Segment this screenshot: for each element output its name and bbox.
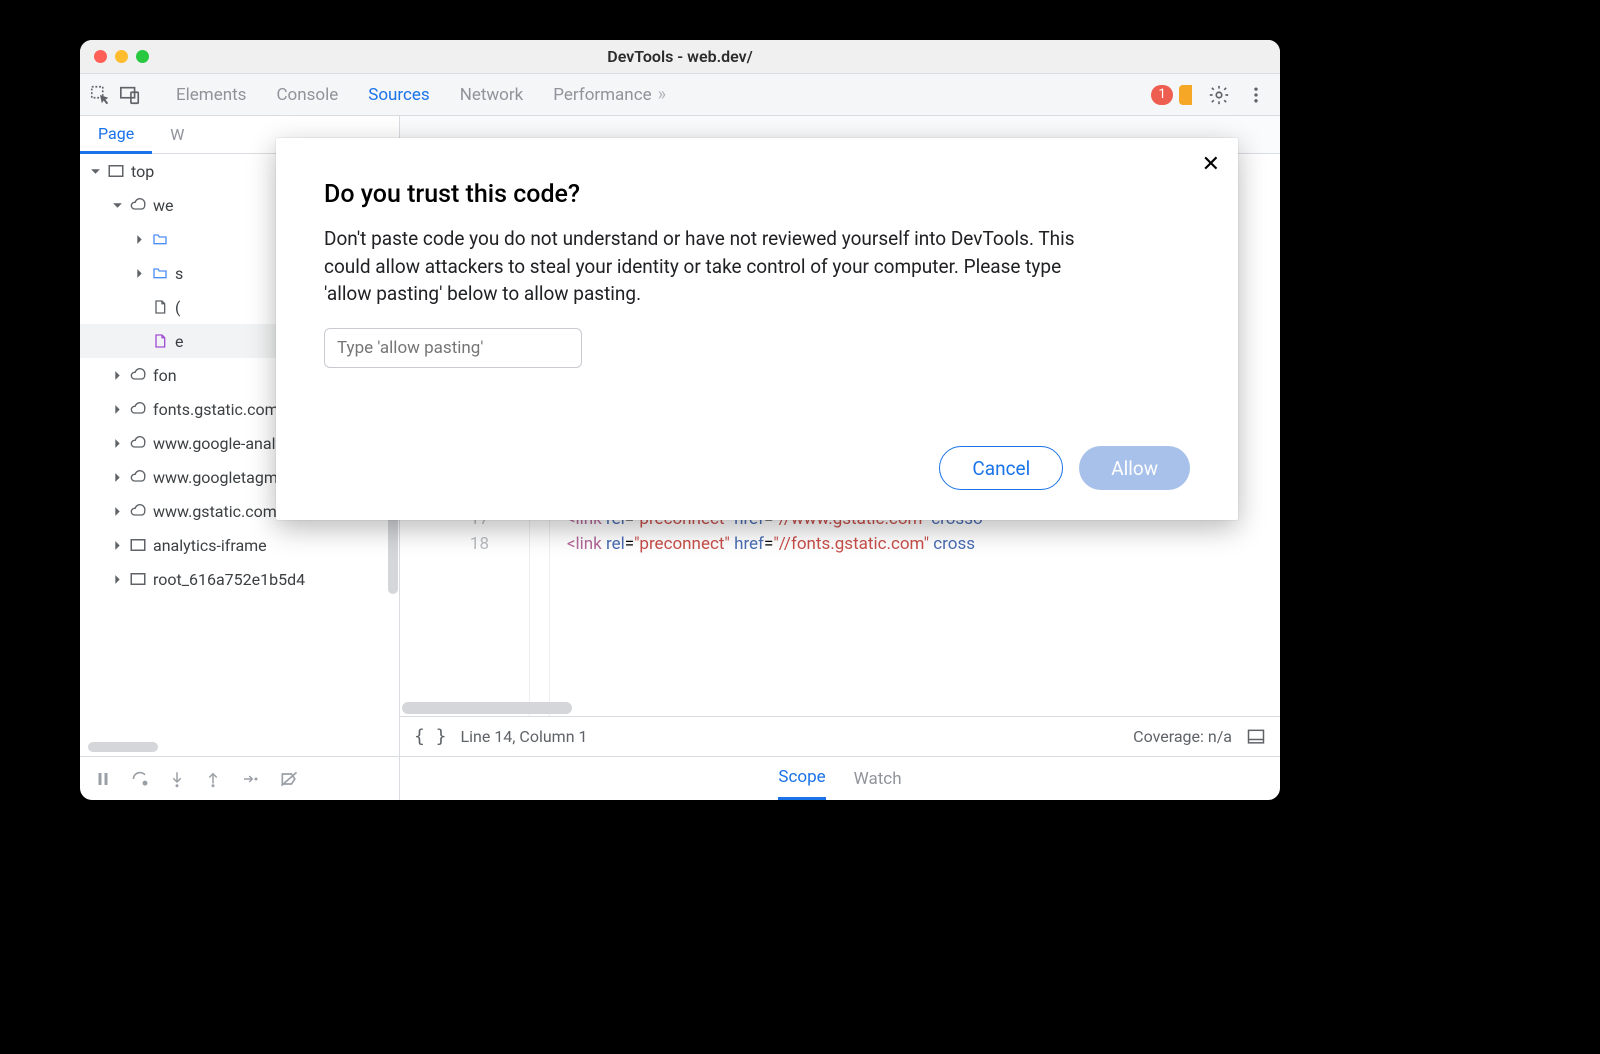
- cloud-icon: [129, 468, 147, 486]
- tree-item-label: top: [131, 162, 154, 181]
- show-sidebar-icon[interactable]: [1246, 727, 1266, 747]
- allow-button[interactable]: Allow: [1079, 446, 1190, 490]
- panel-tabs: Elements Console Sources Network Performance: [176, 85, 652, 105]
- cloud-icon: [129, 434, 147, 452]
- warning-count-badge[interactable]: [1179, 85, 1192, 105]
- pause-icon[interactable]: [94, 770, 112, 788]
- close-window-button[interactable]: [94, 50, 107, 63]
- disclosure-triangle-icon[interactable]: [134, 336, 145, 347]
- tree-item-label: e: [175, 332, 183, 351]
- self-xss-dialog: ✕ Do you trust this code? Don't paste co…: [276, 138, 1238, 520]
- window-title: DevTools - web.dev/: [80, 47, 1280, 66]
- file-active-icon: [151, 332, 169, 350]
- step-icon[interactable]: [240, 770, 260, 788]
- editor-statusbar: { } Line 14, Column 1 Coverage: n/a: [400, 716, 1280, 756]
- cloud-icon: [129, 366, 147, 384]
- tree-item-label: we: [153, 196, 174, 215]
- disclosure-triangle-icon[interactable]: [134, 268, 145, 279]
- step-over-icon[interactable]: [130, 769, 150, 789]
- step-into-icon[interactable]: [168, 770, 186, 788]
- tree-item-label: fon: [153, 366, 177, 385]
- minimize-window-button[interactable]: [115, 50, 128, 63]
- tab-elements[interactable]: Elements: [176, 85, 246, 105]
- folder-icon: [151, 264, 169, 282]
- disclosure-triangle-icon[interactable]: [134, 234, 145, 245]
- tree-item-label: (: [175, 298, 180, 317]
- titlebar: DevTools - web.dev/: [80, 40, 1280, 74]
- tab-sources[interactable]: Sources: [368, 85, 429, 105]
- debugger-controls: [80, 757, 400, 800]
- disclosure-triangle-icon[interactable]: [112, 200, 123, 211]
- cloud-icon: [129, 400, 147, 418]
- tab-console[interactable]: Console: [276, 85, 338, 105]
- tree-item-label: analytics-iframe: [153, 536, 267, 555]
- navigator-tab-w[interactable]: W: [152, 116, 202, 153]
- disclosure-triangle-icon[interactable]: [112, 404, 123, 415]
- folder-icon: [151, 230, 169, 248]
- tab-performance[interactable]: Performance: [553, 85, 651, 105]
- device-toolbar-icon[interactable]: [118, 83, 142, 107]
- dialog-title: Do you trust this code?: [324, 180, 1190, 209]
- frame-icon: [129, 570, 147, 588]
- navigator-tab-page[interactable]: Page: [80, 117, 152, 154]
- tree-item-label: fonts.gstatic.com: [153, 400, 279, 419]
- frame-icon: [129, 536, 147, 554]
- file-icon: [151, 298, 169, 316]
- debugger-bar: Scope Watch: [80, 756, 1280, 800]
- settings-icon[interactable]: [1208, 84, 1230, 106]
- disclosure-triangle-icon[interactable]: [112, 574, 123, 585]
- cancel-button[interactable]: Cancel: [939, 446, 1063, 490]
- disclosure-triangle-icon[interactable]: [112, 370, 123, 381]
- main-toolbar: Elements Console Sources Network Performance…: [80, 74, 1280, 116]
- disclosure-triangle-icon[interactable]: [134, 302, 145, 313]
- disclosure-triangle-icon[interactable]: [90, 166, 101, 177]
- cloud-icon: [129, 196, 147, 214]
- dialog-close-icon[interactable]: ✕: [1202, 152, 1220, 177]
- disclosure-triangle-icon[interactable]: [112, 540, 123, 551]
- tree-item-label: s: [175, 264, 183, 283]
- cursor-position: Line 14, Column 1: [461, 727, 588, 746]
- editor-hscroll-thumb[interactable]: [402, 702, 572, 714]
- dialog-body: Don't paste code you do not understand o…: [324, 225, 1104, 308]
- scrollbar-thumb-h[interactable]: [88, 742, 158, 752]
- debug-tab-scope[interactable]: Scope: [778, 757, 825, 800]
- disclosure-triangle-icon[interactable]: [112, 506, 123, 517]
- step-out-icon[interactable]: [204, 770, 222, 788]
- deactivate-breakpoints-icon[interactable]: [278, 769, 300, 789]
- frame-icon: [107, 162, 125, 180]
- error-count-badge[interactable]: 1: [1151, 85, 1172, 105]
- disclosure-triangle-icon[interactable]: [112, 472, 123, 483]
- inspect-element-icon[interactable]: [88, 83, 112, 107]
- coverage-label: Coverage: n/a: [1133, 727, 1232, 746]
- debug-tab-watch[interactable]: Watch: [854, 769, 902, 789]
- allow-pasting-input[interactable]: [324, 328, 582, 368]
- devtools-window: DevTools - web.dev/ Elements Console Sourc…: [80, 40, 1280, 800]
- tab-network[interactable]: Network: [460, 85, 524, 105]
- panel-overflow-icon[interactable]: »: [658, 84, 666, 105]
- cloud-icon: [129, 502, 147, 520]
- disclosure-triangle-icon[interactable]: [112, 438, 123, 449]
- tree-item[interactable]: analytics-iframe: [80, 528, 399, 562]
- tree-item[interactable]: root_616a752e1b5d4: [80, 562, 399, 596]
- more-options-icon[interactable]: [1246, 85, 1266, 105]
- tree-item-label: root_616a752e1b5d4: [153, 570, 305, 589]
- scope-watch-tabs: Scope Watch: [400, 757, 1280, 800]
- tree-item-label: www.gstatic.com: [153, 502, 277, 521]
- pretty-print-icon[interactable]: { }: [414, 726, 447, 747]
- zoom-window-button[interactable]: [136, 50, 149, 63]
- window-controls: [80, 50, 149, 63]
